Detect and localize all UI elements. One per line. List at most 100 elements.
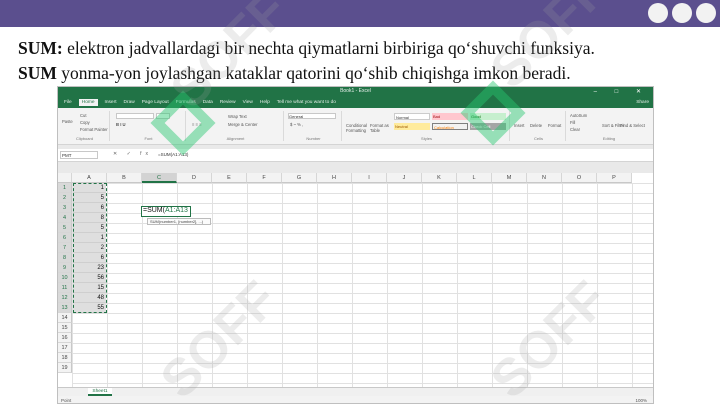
autosum-button[interactable]: AutoSum: [570, 113, 587, 118]
merge-center-button[interactable]: Merge & Center: [228, 122, 258, 127]
cut-button[interactable]: Cut: [80, 113, 87, 118]
style-check-cell[interactable]: Check Cell: [470, 123, 506, 130]
row-header-2[interactable]: 2: [58, 193, 72, 203]
paste-button[interactable]: Paste: [62, 119, 73, 124]
row-header-13[interactable]: 13: [58, 303, 72, 313]
fx-icon[interactable]: ✕ ✓ fx: [113, 151, 152, 157]
row-header-3[interactable]: 3: [58, 203, 72, 213]
style-bad[interactable]: Bad: [432, 113, 468, 120]
tab-view[interactable]: View: [243, 100, 253, 105]
clipboard-group: Paste Cut Copy Format Painter Clipboard: [60, 111, 110, 141]
slide-top-bar: [0, 0, 720, 27]
column-header-o[interactable]: O: [562, 173, 597, 183]
status-mode: Point: [61, 398, 72, 403]
column-header-a[interactable]: A: [72, 173, 107, 183]
delete-cells-button[interactable]: Delete: [530, 123, 542, 128]
number-group: General $ ~ % , Number: [286, 111, 342, 141]
row-header-11[interactable]: 11: [58, 283, 72, 293]
format-as-table-button[interactable]: Format as Table: [370, 123, 390, 133]
column-header-m[interactable]: M: [492, 173, 527, 183]
formula-input[interactable]: =SUM(A1:A13): [158, 152, 188, 157]
column-header-f[interactable]: F: [247, 173, 282, 183]
column-header-k[interactable]: K: [422, 173, 457, 183]
row-header-1[interactable]: 1: [58, 183, 72, 193]
fill-button[interactable]: Fill: [570, 120, 575, 125]
dot-icon: [672, 3, 692, 23]
row-header-5[interactable]: 5: [58, 223, 72, 233]
tab-page-layout[interactable]: Page Layout: [142, 100, 169, 105]
column-header-g[interactable]: G: [282, 173, 317, 183]
tab-insert[interactable]: Insert: [105, 100, 117, 105]
active-cell-c3[interactable]: =SUM(A1:A13: [141, 206, 191, 217]
row-header-17[interactable]: 17: [58, 343, 72, 353]
insert-cells-button[interactable]: Insert: [514, 123, 524, 128]
worksheet-grid[interactable]: =SUM(A1:A13 SUM(number1, [number2], ...)…: [58, 173, 653, 387]
window-controls[interactable]: – □ ✕: [594, 88, 649, 95]
tab-home[interactable]: Home: [78, 99, 98, 106]
style-good[interactable]: Good: [470, 113, 506, 120]
formula-prefix: =SUM(: [143, 207, 165, 214]
clipboard-label: Clipboard: [75, 136, 94, 141]
row-header-7[interactable]: 7: [58, 243, 72, 253]
row-header-6[interactable]: 6: [58, 233, 72, 243]
row-header-12[interactable]: 12: [58, 293, 72, 303]
find-select-button[interactable]: Find & Select: [620, 123, 645, 128]
share-button[interactable]: Share: [636, 100, 649, 105]
format-painter-button[interactable]: Format Painter: [80, 127, 108, 132]
cells-group: Insert Delete Format Cells: [512, 111, 566, 141]
select-all-corner[interactable]: [58, 173, 72, 183]
column-header-i[interactable]: I: [352, 173, 387, 183]
slide-line-2: SUM yonma-yon joylashgan kataklar qatori…: [18, 61, 708, 86]
row-header-16[interactable]: 16: [58, 333, 72, 343]
sheet-tab-sheet1[interactable]: Sheet1: [88, 388, 112, 396]
column-header-l[interactable]: L: [457, 173, 492, 183]
column-header-c[interactable]: C: [142, 173, 177, 183]
editing-label: Editing: [602, 136, 616, 141]
font-label: Font: [144, 136, 153, 141]
term-sum-2: SUM: [18, 63, 57, 83]
clear-button[interactable]: Clear: [570, 127, 580, 132]
name-box[interactable]: PMT: [60, 151, 98, 159]
cells-label: Cells: [534, 136, 543, 141]
tab-draw[interactable]: Draw: [124, 100, 135, 105]
copy-button[interactable]: Copy: [80, 120, 90, 125]
column-header-b[interactable]: B: [107, 173, 142, 183]
excel-title-bar: Book1 - Excel – □ ✕: [58, 87, 653, 97]
font-name-box[interactable]: [116, 113, 154, 119]
tab-data[interactable]: Data: [203, 100, 213, 105]
row-header-9[interactable]: 9: [58, 263, 72, 273]
excel-window: Book1 - Excel – □ ✕ File Home Insert Dra…: [57, 86, 654, 404]
style-normal[interactable]: Normal: [394, 113, 430, 120]
tab-file[interactable]: File: [64, 100, 72, 105]
column-header-p[interactable]: P: [597, 173, 632, 183]
column-header-d[interactable]: D: [177, 173, 212, 183]
term-sum: SUM:: [18, 38, 63, 58]
row-header-4[interactable]: 4: [58, 213, 72, 223]
tab-review[interactable]: Review: [220, 100, 236, 105]
column-header-h[interactable]: H: [317, 173, 352, 183]
style-neutral[interactable]: Neutral: [394, 123, 430, 130]
tab-formulas[interactable]: Formulas: [176, 100, 196, 105]
font-size-box[interactable]: [156, 113, 170, 119]
conditional-formatting-button[interactable]: Conditional Formatting: [346, 123, 368, 133]
number-format-box[interactable]: General: [288, 113, 336, 119]
tell-me-search[interactable]: Tell me what you want to do: [277, 100, 336, 105]
row-header-18[interactable]: 18: [58, 353, 72, 363]
zoom-level[interactable]: 100%: [635, 396, 647, 403]
format-cells-button[interactable]: Format: [548, 123, 561, 128]
column-header-e[interactable]: E: [212, 173, 247, 183]
row-header-15[interactable]: 15: [58, 323, 72, 333]
tab-help[interactable]: Help: [260, 100, 270, 105]
style-calculation[interactable]: Calculation: [432, 123, 468, 130]
row-header-19[interactable]: 19: [58, 363, 72, 373]
row-header-8[interactable]: 8: [58, 253, 72, 263]
column-header-j[interactable]: J: [387, 173, 422, 183]
row-header-14[interactable]: 14: [58, 313, 72, 323]
column-header-n[interactable]: N: [527, 173, 562, 183]
bold-icon[interactable]: B I U: [116, 122, 126, 127]
align-icon[interactable]: ≡ ≡ ≡: [192, 122, 202, 127]
wrap-text-button[interactable]: Wrap Text: [228, 114, 247, 119]
currency-icon[interactable]: $ ~ % ,: [290, 122, 303, 127]
line-1-text: elektron jadvallardagi bir nechta qiymat…: [62, 38, 595, 58]
row-header-10[interactable]: 10: [58, 273, 72, 283]
